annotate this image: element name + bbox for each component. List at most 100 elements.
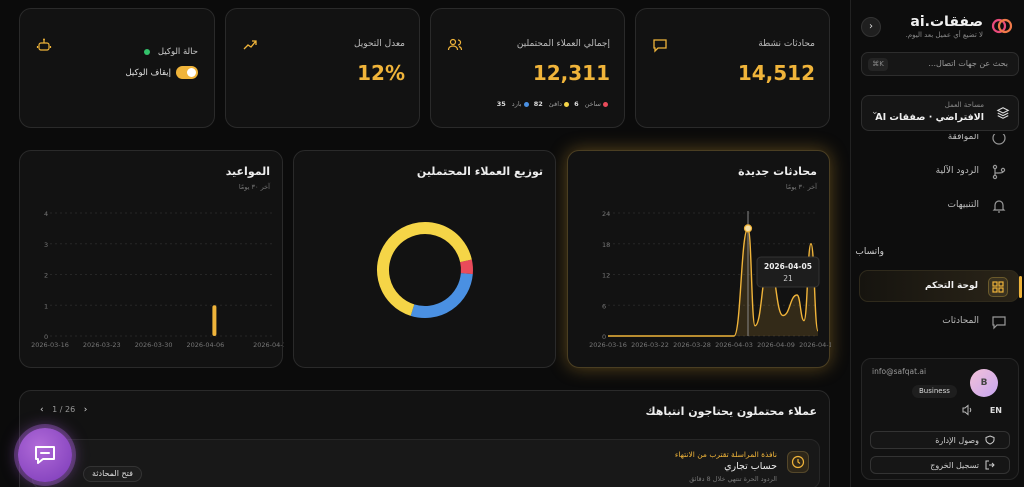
lead-subtext: الردود الحرة تنتهي خلال 8 دقائق [689, 475, 777, 483]
tooltip-date: 2026-04-05 [764, 262, 812, 271]
floating-chat-button[interactable] [18, 428, 72, 482]
prev-page-button[interactable]: › [40, 405, 44, 415]
user-card: B info@safqat.ai Business EN وصول الإدار… [861, 358, 1019, 480]
sidebar-item-dashboard[interactable]: لوحة التحكم [859, 270, 1019, 302]
brand-subtitle: لا تضيع أي عميل بعد اليوم. [905, 31, 983, 39]
chat-bubble-icon [35, 446, 55, 464]
sidebar-item-auto-replies[interactable]: الردود الآلية [859, 158, 1019, 186]
page-total: 26 [65, 405, 76, 414]
stat-active-chats: محادثات نشطة 14,512 [635, 8, 830, 128]
stat-conversion: معدل التحويل 12% [225, 8, 420, 128]
chart-title: محادثات جديدة [738, 165, 817, 178]
sidebar-item-label: الردود الآلية [935, 166, 979, 176]
online-dot [144, 49, 150, 55]
trend-up-icon [243, 40, 257, 50]
sidebar: صفقات.ai لا تضيع أي عميل بعد اليوم. ‹ بح… [850, 0, 1024, 487]
user-email: info@safqat.ai [872, 367, 927, 376]
x-tick-label: 2026-04-03 [715, 341, 753, 349]
chevron-down-icon[interactable]: ⌄ [871, 247, 879, 257]
x-tick-label: 2026-04-15 [799, 341, 831, 349]
cold-label: بارد [511, 100, 522, 108]
attention-panel: عملاء محتملون يحتاجون انتباهك ‹ 26 / 1 ›… [19, 390, 830, 487]
hover-point [743, 224, 753, 233]
y-tick-label: 18 [602, 241, 610, 249]
section-title: عملاء محتملون يحتاجون انتباهك [645, 405, 817, 418]
layers-icon [996, 107, 1010, 119]
chart-new-chats: محادثات جديدة آخر ٣٠ يومًا 0 6 12 18 24 2026-… [567, 150, 831, 368]
open-chat-button[interactable]: فتح المحادثة [83, 466, 142, 482]
chevron-down-icon: ⌄ [871, 107, 879, 117]
brand-title: صفقات.ai [910, 14, 983, 30]
plan-badge: Business [912, 385, 957, 398]
x-tick-label: 2026-03-28 [673, 341, 711, 349]
x-tick-label: 2026-04-15 [253, 341, 284, 349]
branch-icon [992, 164, 1006, 180]
hot-label: ساخن [584, 100, 601, 108]
stat-agent-status: حالة الوكيل إيقاف الوكيل [19, 8, 215, 128]
avatar[interactable]: B [970, 369, 998, 397]
sidebar-item-label: التنبيهات [947, 200, 979, 210]
donut-slice-ساخن [460, 259, 473, 275]
y-tick-label: 3 [44, 241, 48, 249]
bar-chart: 0 1 2 3 4 2026-03-16 2026-03-23 2026-03-30 2026-… [31, 210, 284, 349]
sidebar-item-chats[interactable]: المحادثات [859, 308, 1019, 336]
search-input[interactable]: بحث عن جهات اتصال... K⌘ [861, 52, 1019, 76]
bell-icon [992, 200, 1006, 213]
x-tick-label: 2026-03-23 [83, 341, 121, 349]
chat-icon [653, 39, 667, 53]
next-page-button[interactable]: ‹ [84, 405, 88, 415]
logout-label: تسجيل الخروج [930, 461, 979, 470]
sidebar-item-label: المحادثات [942, 316, 979, 326]
sidebar-item-label: الموافقة [947, 134, 979, 142]
stat-total-leads: إجمالي العملاء المحتملين 12,311 ساخن 6 دا… [430, 8, 625, 128]
x-tick-label: 2026-03-30 [135, 341, 173, 349]
stat-value: 12,311 [532, 61, 610, 85]
x-tick-label: 2026-03-16 [31, 341, 69, 349]
y-tick-label: 4 [44, 210, 48, 218]
cold-value: 35 [496, 100, 506, 108]
chart-subtitle: آخر ٣٠ يومًا [238, 183, 270, 191]
logout-button[interactable]: تسجيل الخروج [870, 456, 1010, 474]
chart-title: المواعيد [225, 165, 270, 178]
workspace-selector[interactable]: مساحة العمل الافتراضي · صفقات AI ⌄ [861, 95, 1019, 131]
y-tick-label: 2 [44, 272, 48, 280]
clock-icon [787, 451, 809, 473]
agent-status-title: حالة الوكيل [157, 47, 198, 57]
sidebar-item-alerts[interactable]: التنبيهات [859, 192, 1019, 220]
donut-chart [377, 222, 473, 318]
chart-appointments: المواعيد آخر ٣٠ يومًا 0 1 2 3 4 2026-03-16 202… [19, 150, 284, 368]
lead-name: حساب تجاري [724, 461, 777, 472]
stat-title: محادثات نشطة [758, 39, 815, 49]
sidebar-item-approval[interactable]: الموافقة [859, 134, 1019, 148]
line-chart: 0 6 12 18 24 2026-03-16 2026-03-22 2026-03-28 20… [589, 210, 831, 349]
x-tick-label: 2026-04-09 [757, 341, 795, 349]
x-tick-label: 2026-03-22 [631, 341, 669, 349]
hot-value: 6 [574, 100, 579, 108]
bar [212, 305, 217, 336]
workspace-value: الافتراضي · صفقات AI [875, 112, 984, 123]
stat-value: 12% [357, 61, 405, 85]
collapse-sidebar-button[interactable]: ‹ [861, 17, 881, 37]
warning-text: نافذة المراسلة تقترب من الانتهاء [674, 450, 777, 459]
admin-access-button[interactable]: وصول الإدارة [870, 431, 1010, 449]
search-placeholder: بحث عن جهات اتصال... [928, 59, 1008, 68]
language-toggle[interactable]: EN [990, 406, 1002, 415]
active-indicator [1019, 276, 1022, 298]
agent-toggle[interactable] [176, 66, 198, 79]
hot-dot [603, 101, 608, 107]
y-tick-label: 1 [44, 302, 48, 310]
donut-slice-بارد [410, 272, 473, 318]
workspace-label: مساحة العمل [944, 101, 984, 109]
warm-dot [563, 101, 569, 107]
list-item[interactable]: نافذة المراسلة تقترب من الانتهاء حساب تج… [32, 439, 820, 487]
shield-icon [985, 435, 995, 445]
y-tick-label: 24 [602, 210, 610, 218]
warm-label: دافئ [548, 100, 562, 108]
y-tick-label: 12 [602, 272, 610, 280]
pagination: ‹ 26 / 1 › [40, 405, 88, 415]
shortcut-badge: K⌘ [868, 58, 888, 71]
volume-icon[interactable] [962, 404, 974, 416]
chart-subtitle: آخر ٣٠ يومًا [785, 183, 817, 191]
logout-icon [985, 460, 995, 470]
section-whatsapp[interactable]: واتساب [855, 247, 884, 257]
